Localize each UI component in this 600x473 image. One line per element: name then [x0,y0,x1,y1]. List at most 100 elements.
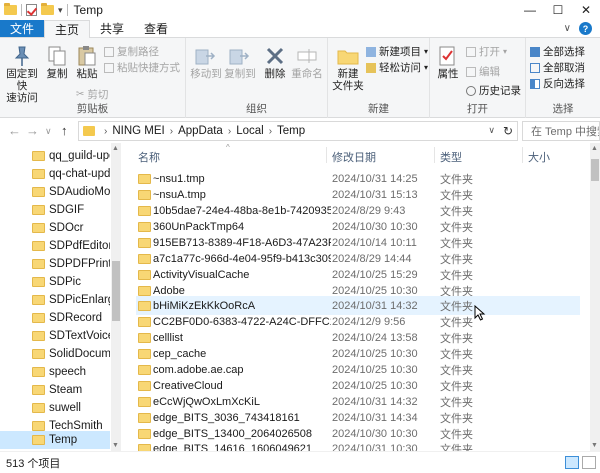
folder-icon [138,300,151,311]
nav-item[interactable]: SDPic [0,273,110,291]
history-button[interactable]: 历史记录 [466,83,521,98]
nav-item[interactable]: SDAudioMont [0,183,110,201]
scroll-down-icon[interactable]: ▼ [112,442,119,449]
chevron-right-icon[interactable]: › [228,126,231,137]
tab-view[interactable]: 查看 [134,20,178,37]
column-header-type[interactable]: 类型 [440,149,462,165]
chevron-right-icon[interactable]: › [269,126,272,137]
chevron-right-icon[interactable]: › [104,126,107,137]
details-view-icon[interactable] [565,456,579,469]
help-icon[interactable]: ? [579,22,592,35]
copy-button[interactable]: 复制 [44,44,70,80]
open-button[interactable]: 打开 ▾ [466,44,507,59]
paste-label: 粘贴 [76,68,98,80]
recent-locations-icon[interactable]: ∨ [45,126,52,137]
ribbon: 固定到快 速访问 复制 粘贴 复制路径 粘贴快捷方式 ✂ 剪切 剪贴板 移动到 … [0,38,600,118]
nav-item[interactable]: suwell [0,399,110,417]
new-folder-button[interactable]: 新建 文件夹 [332,44,364,92]
maximize-icon[interactable]: ☐ [544,0,572,20]
scroll-up-icon[interactable]: ▲ [591,145,598,152]
cut-button[interactable]: ✂ 剪切 [76,87,108,102]
copy-to-button[interactable]: 复制到 [224,44,256,80]
nav-item[interactable]: SDGIF [0,201,110,219]
paste-shortcut-button[interactable]: 粘贴快捷方式 [104,60,180,75]
new-item-button[interactable]: 新建项目 ▾ [366,44,428,59]
nav-item[interactable]: SDRecord [0,309,110,327]
breadcrumb-local[interactable]: Local [236,125,264,137]
rename-label: 重命名 [291,68,323,80]
scroll-up-icon[interactable]: ▲ [112,145,119,152]
rename-button[interactable]: 重命名 [290,44,324,80]
invert-selection-button[interactable]: 反向选择 [530,76,585,91]
close-icon[interactable]: ✕ [572,0,600,20]
minimize-icon[interactable]: — [516,0,544,20]
folder-icon [138,237,151,248]
nav-item[interactable]: SDPDFPrint [0,255,110,273]
scrollbar-thumb[interactable] [591,159,599,181]
nav-item[interactable]: SDPdfEditor [0,237,110,255]
chevron-right-icon[interactable]: › [170,126,173,137]
nav-scrollbar[interactable]: ▲ ▼ [111,143,121,451]
sort-ascending-icon: ^ [226,143,230,152]
folder-icon [32,349,45,359]
history-label: 历史记录 [479,85,521,97]
window-title: Temp [73,3,103,17]
nav-item-selected[interactable]: Temp [0,431,110,449]
column-divider[interactable] [434,147,435,163]
search-input[interactable]: 在 Temp 中搜索 [522,121,600,141]
paste-button[interactable]: 粘贴 [74,44,100,80]
nav-item[interactable]: SolidDocumen [0,345,110,363]
select-none-button[interactable]: 全部取消 [530,60,585,75]
chevron-down-icon[interactable]: ∨ [488,125,495,136]
copy-label: 复制 [46,68,68,80]
folder-icon [138,332,151,343]
edit-button[interactable]: 编辑 [466,64,500,79]
up-arrow-icon[interactable]: ↑ [61,123,68,138]
chevron-down-icon: ▾ [503,47,508,56]
properties-icon[interactable] [26,4,37,16]
nav-item[interactable]: SDOcr [0,219,110,237]
scrollbar-thumb[interactable] [112,261,120,321]
column-header-size[interactable]: 大小 [528,149,550,165]
scroll-down-icon[interactable]: ▼ [591,442,598,449]
large-icons-view-icon[interactable] [582,456,596,469]
navigation-pane: qq_guild-update qq-chat-update SDAudioMo… [0,143,122,451]
properties-button[interactable]: 属性 [434,44,462,80]
select-all-button[interactable]: 全部选择 [530,44,585,59]
column-divider[interactable] [522,147,523,163]
copy-path-icon [104,46,114,57]
breadcrumb-temp[interactable]: Temp [277,125,305,137]
easy-access-button[interactable]: 轻松访问 ▾ [366,60,428,75]
column-divider[interactable] [326,147,327,163]
nav-item[interactable]: SDTextVoiceC [0,327,110,345]
nav-item[interactable]: Steam [0,381,110,399]
tab-home[interactable]: 主页 [44,20,91,38]
tab-share[interactable]: 共享 [90,20,134,37]
move-to-button[interactable]: 移动到 [190,44,222,80]
column-header-date[interactable]: 修改日期 [332,149,376,165]
forward-arrow-icon[interactable]: → [26,123,39,138]
pin-to-quick-access-button[interactable]: 固定到快 速访问 [3,44,41,104]
breadcrumb-user[interactable]: NING MEI [112,125,164,137]
address-bar[interactable]: › NING MEI › AppData › Local › Temp ∨ ↻ [78,121,518,141]
chevron-down-icon[interactable]: ▾ [58,5,63,16]
chevron-down-icon[interactable]: ∨ [564,23,571,34]
delete-button[interactable]: 删除 [262,44,288,80]
back-arrow-icon[interactable]: ← [8,123,21,138]
refresh-icon[interactable]: ↻ [503,124,513,138]
tab-file[interactable]: 文件 [0,20,45,37]
open-icon [466,46,476,57]
nav-item[interactable]: qq-chat-update [0,165,110,183]
breadcrumb-appdata[interactable]: AppData [178,125,223,137]
nav-item[interactable]: speech [0,363,110,381]
nav-item[interactable]: qq_guild-update [0,147,110,165]
file-list-scrollbar[interactable]: ▲ ▼ [590,143,600,451]
nav-item[interactable]: SDPicEnlarge [0,291,110,309]
folder-icon [32,295,45,305]
folder-icon [138,428,151,439]
copy-path-button[interactable]: 复制路径 [104,44,159,59]
folder-icon [32,277,45,287]
column-header-name[interactable]: 名称 [138,149,160,165]
new-folder-icon[interactable] [41,3,54,15]
table-row[interactable]: edge_BITS_14616_1606049621 2024/10/31 10:… [136,439,580,451]
